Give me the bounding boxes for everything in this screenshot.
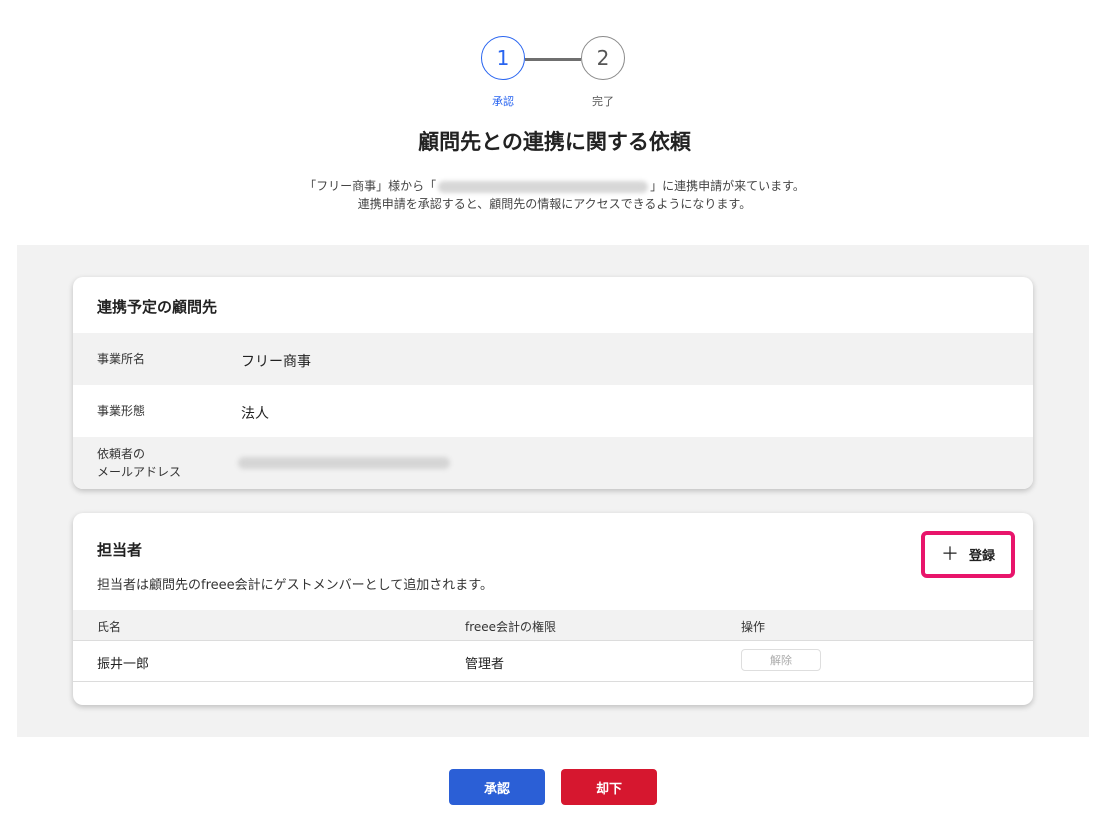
remove-staff-button[interactable]: 解除	[741, 649, 821, 671]
requester-email-label: 依頼者の メールアドレス	[97, 445, 181, 481]
intro-line-2: 連携申請を承認すると、顧問先の情報にアクセスできるようになります。	[357, 197, 752, 211]
plus-icon: ＋	[940, 543, 959, 565]
add-staff-button[interactable]: ＋ 登録	[928, 538, 1008, 571]
content-panel: 連携予定の顧問先 事業所名 フリー商事 事業形態 法人 依頼者の メールアドレス…	[17, 245, 1089, 737]
business-type-value: 法人	[241, 406, 269, 422]
info-row-requester-email: 依頼者の メールアドレス	[73, 437, 1033, 489]
intro-prefix: 「フリー商事」様から「	[304, 179, 437, 193]
step-connector	[525, 58, 581, 61]
partner-card-title: 連携予定の顧問先	[97, 298, 218, 316]
step-1-circle: 1	[481, 36, 525, 80]
step-2-circle: 2	[581, 36, 625, 80]
staff-table-header: 氏名 freee会計の権限 操作	[73, 610, 1033, 641]
reject-button[interactable]: 却下	[561, 769, 657, 805]
add-button-highlight: ＋ 登録	[921, 531, 1015, 578]
info-row-business-type: 事業形態 法人	[73, 385, 1033, 437]
stepper: 1 2 承認 完了	[481, 36, 625, 108]
column-header-action: 操作	[741, 620, 766, 634]
approve-button[interactable]: 承認	[449, 769, 545, 805]
add-staff-button-label: 登録	[968, 549, 995, 564]
office-name-value: フリー商事	[241, 354, 311, 370]
step-2-label: 完了	[592, 95, 614, 108]
intro-text: 「フリー商事」様から「 」に連携申請が来ています。 連携申請を承認すると、顧問先の…	[0, 177, 1109, 213]
staff-role-cell: 管理者	[465, 657, 505, 672]
partner-card: 連携予定の顧問先 事業所名 フリー商事 事業形態 法人 依頼者の メールアドレス	[73, 277, 1033, 489]
table-row: 振井一郎 管理者 解除	[73, 641, 1033, 682]
step-1-label: 承認	[492, 95, 514, 108]
redacted-office-name	[438, 180, 649, 193]
business-type-label: 事業形態	[97, 404, 146, 418]
staff-name-cell: 振井一郎	[97, 657, 150, 672]
page-title: 顧問先との連携に関する依頼	[418, 130, 691, 154]
staff-card: 担当者 担当者は顧問先のfreee会計にゲストメンバーとして追加されます。 ＋ …	[73, 513, 1033, 705]
requester-email-label-line2: メールアドレス	[97, 465, 182, 479]
intro-suffix: 」に連携申請が来ています。	[650, 179, 805, 193]
staff-card-title: 担当者	[97, 541, 143, 559]
redacted-email	[238, 457, 450, 469]
office-name-label: 事業所名	[97, 352, 146, 366]
column-header-permission: freee会計の権限	[465, 620, 557, 634]
requester-email-label-line1: 依頼者の	[97, 447, 146, 461]
column-header-name: 氏名	[97, 620, 122, 634]
info-row-office-name: 事業所名 フリー商事	[73, 333, 1033, 385]
intro-line-1: 「フリー商事」様から「 」に連携申請が来ています。	[0, 177, 1109, 195]
staff-card-subtitle: 担当者は顧問先のfreee会計にゲストメンバーとして追加されます。	[97, 578, 493, 593]
